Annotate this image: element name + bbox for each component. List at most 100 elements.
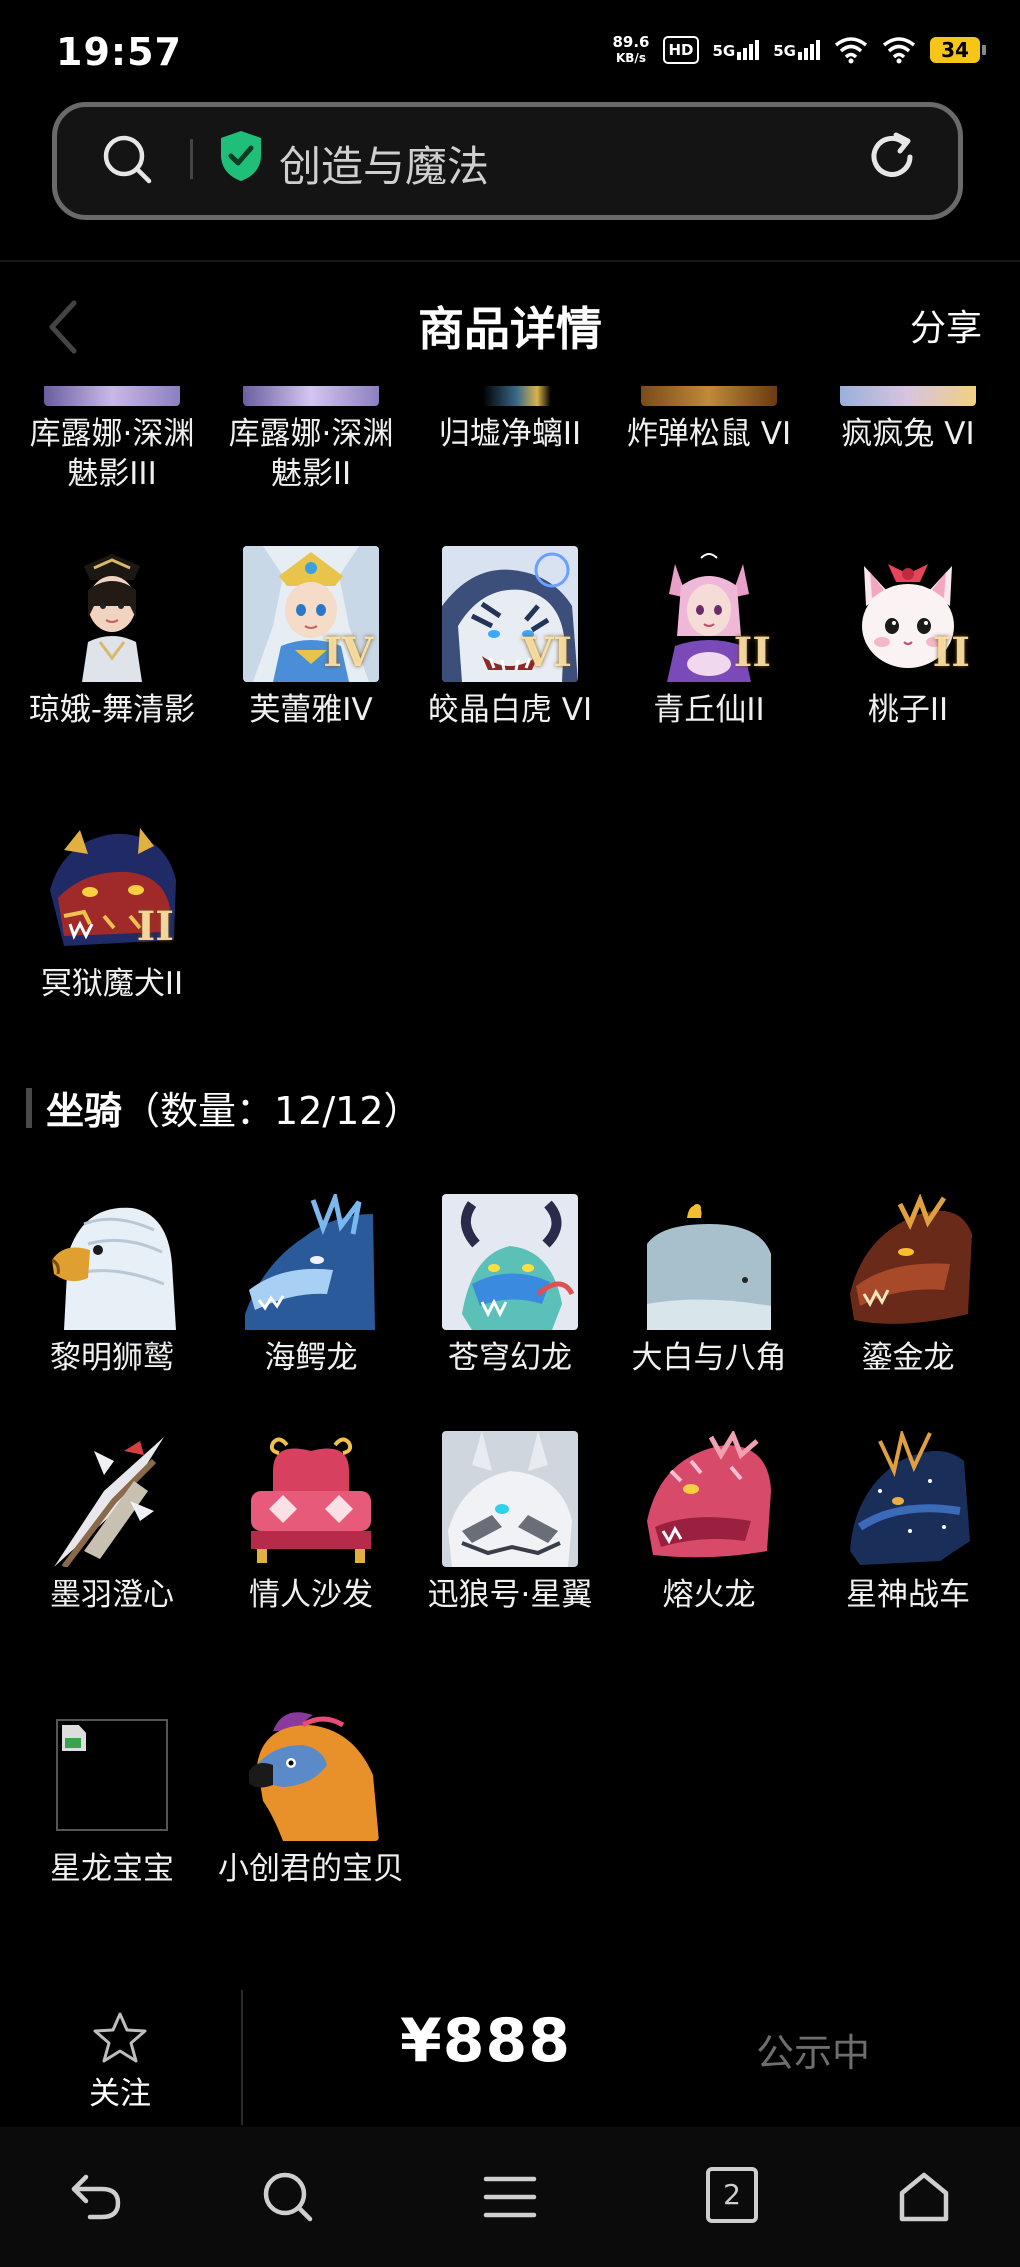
address-text[interactable]: 创造与魔法 — [279, 133, 489, 194]
search-icon[interactable] — [260, 2169, 316, 2225]
pet-item[interactable]: 炸弹松鼠 VI — [614, 386, 804, 454]
rank-badge: IV — [323, 629, 373, 676]
tabs-button[interactable]: 2 — [706, 2167, 758, 2223]
rank-badge: II — [932, 629, 970, 676]
mounts-section-title: 坐骑（数量：12/12） — [46, 1089, 422, 1133]
pet-label: 冥狱魔犬II — [40, 966, 184, 1002]
mount-label: 星神战车 — [846, 1577, 970, 1613]
network-speed: 89.6 KB/s — [612, 33, 650, 65]
follow-button[interactable]: 关注 — [60, 1990, 180, 2113]
follow-label: 关注 — [89, 2076, 151, 2112]
parrot-portrait — [243, 1705, 379, 1841]
mount-label: 迅狼号·星翼 — [427, 1577, 593, 1613]
pet-item[interactable]: 疯疯兔 VI — [813, 386, 1003, 454]
mecha-wolf-portrait — [442, 1431, 578, 1567]
mount-item[interactable]: 小创君的宝贝 — [216, 1705, 406, 1889]
mount-item[interactable]: 星龙宝宝 — [17, 1705, 207, 1889]
mount-item[interactable]: 熔火龙 — [614, 1431, 804, 1615]
pet-label: 库露娜·深渊魅影II — [228, 416, 394, 492]
mount-item[interactable]: 黎明狮鹫 — [17, 1194, 207, 1378]
rank-badge: VI — [522, 629, 572, 676]
mount-item[interactable]: 迅狼号·星翼 — [415, 1431, 605, 1615]
mount-label: 大白与八角 — [631, 1340, 787, 1376]
pet-item[interactable]: 琼娥-舞清影 — [17, 546, 207, 730]
section-marker — [26, 1088, 32, 1128]
mount-item[interactable]: 苍穹幻龙 — [415, 1194, 605, 1378]
purchase-bar: 关注 ¥888 公示中 — [0, 1990, 1020, 2125]
address-divider — [190, 139, 193, 179]
pet-item[interactable]: II 冥狱魔犬II — [17, 820, 207, 1004]
sea-dragon-portrait — [243, 1194, 379, 1330]
address-bar[interactable]: 创造与魔法 — [52, 102, 963, 220]
pet-item[interactable]: II 桃子II — [813, 546, 1003, 730]
broken-image-icon — [56, 1719, 168, 1831]
pet-item[interactable]: II 青丘仙II — [614, 546, 804, 730]
gold-dragon-portrait — [840, 1194, 976, 1330]
mount-label: 黎明狮鹫 — [50, 1340, 174, 1376]
share-button[interactable]: 分享 — [910, 299, 982, 351]
shield-check-icon — [221, 131, 261, 181]
pet-label: 库露娜·深渊魅影III — [29, 416, 195, 492]
pet-label: 琼娥-舞清影 — [28, 692, 196, 728]
battery-icon: 34 — [930, 37, 986, 63]
mount-label: 星龙宝宝 — [50, 1851, 174, 1887]
pet-label: 桃子II — [867, 692, 949, 728]
status-bar: 19:57 89.6 KB/s HD 5G 5G 34 — [0, 0, 1020, 100]
rank-badge: II — [136, 903, 174, 950]
mount-item[interactable]: 星神战车 — [813, 1431, 1003, 1615]
mount-label: 熔火龙 — [662, 1577, 756, 1613]
pet-label: 炸弹松鼠 VI — [626, 416, 792, 452]
pet-label: 皎晶白虎 VI — [427, 692, 593, 728]
chang-e-portrait — [44, 546, 180, 682]
hd-icon: HD — [663, 36, 699, 64]
pet-item[interactable]: IV 芙蕾雅IV — [216, 546, 406, 730]
menu-icon[interactable] — [482, 2169, 538, 2225]
mount-item[interactable]: 鎏金龙 — [813, 1194, 1003, 1378]
mount-label: 海鳄龙 — [264, 1340, 358, 1376]
feather-blade-portrait — [44, 1431, 180, 1567]
mount-label: 情人沙发 — [249, 1577, 373, 1613]
cat-portrait: II — [840, 546, 976, 682]
lava-dragon-portrait — [641, 1431, 777, 1567]
status-icons: 89.6 KB/s HD 5G 5G 34 — [612, 33, 986, 66]
pet-thumbnail — [840, 386, 976, 406]
fox-fairy-portrait: II — [641, 546, 777, 682]
page-header: 商品详情 分享 — [0, 275, 1020, 375]
love-sofa-portrait — [243, 1431, 379, 1567]
mount-item[interactable]: 墨羽澄心 — [17, 1431, 207, 1615]
divider — [0, 260, 1020, 262]
search-icon[interactable] — [101, 133, 155, 187]
mount-item[interactable]: 海鳄龙 — [216, 1194, 406, 1378]
pet-item[interactable]: VI 皎晶白虎 VI — [415, 546, 605, 730]
pet-label: 疯疯兔 VI — [841, 416, 975, 452]
mount-label: 墨羽澄心 — [50, 1577, 174, 1613]
whale-portrait — [641, 1194, 777, 1330]
pet-thumbnail — [442, 386, 578, 406]
pet-thumbnail — [641, 386, 777, 406]
pet-item[interactable]: 库露娜·深渊魅影II — [216, 386, 406, 494]
rank-badge: II — [733, 629, 771, 676]
pet-thumbnail — [44, 386, 180, 406]
price: ¥888 — [400, 2006, 571, 2076]
status-button[interactable]: 公示中 — [756, 2022, 870, 2077]
mount-item[interactable]: 情人沙发 — [216, 1431, 406, 1615]
star-icon — [93, 2012, 147, 2063]
page-title: 商品详情 — [418, 302, 602, 356]
pet-label: 芙蕾雅IV — [249, 692, 373, 728]
mount-item[interactable]: 大白与八角 — [614, 1194, 804, 1378]
reload-icon[interactable] — [864, 129, 920, 185]
star-chariot-portrait — [840, 1431, 976, 1567]
pet-item[interactable]: 库露娜·深渊魅影III — [17, 386, 207, 494]
pet-label: 青丘仙II — [653, 692, 765, 728]
pet-label: 归墟净螭II — [438, 416, 582, 452]
signal-1-icon: 5G — [713, 40, 760, 60]
hell-hound-portrait: II — [44, 820, 180, 956]
signal-2-icon: 5G — [773, 40, 820, 60]
pet-thumbnail — [243, 386, 379, 406]
clock: 19:57 — [56, 30, 182, 74]
wifi-2-icon — [882, 37, 916, 64]
home-icon[interactable] — [896, 2169, 952, 2225]
pet-item[interactable]: 归墟净螭II — [415, 386, 605, 454]
back-icon[interactable] — [68, 2169, 124, 2225]
wifi-icon — [834, 37, 868, 64]
